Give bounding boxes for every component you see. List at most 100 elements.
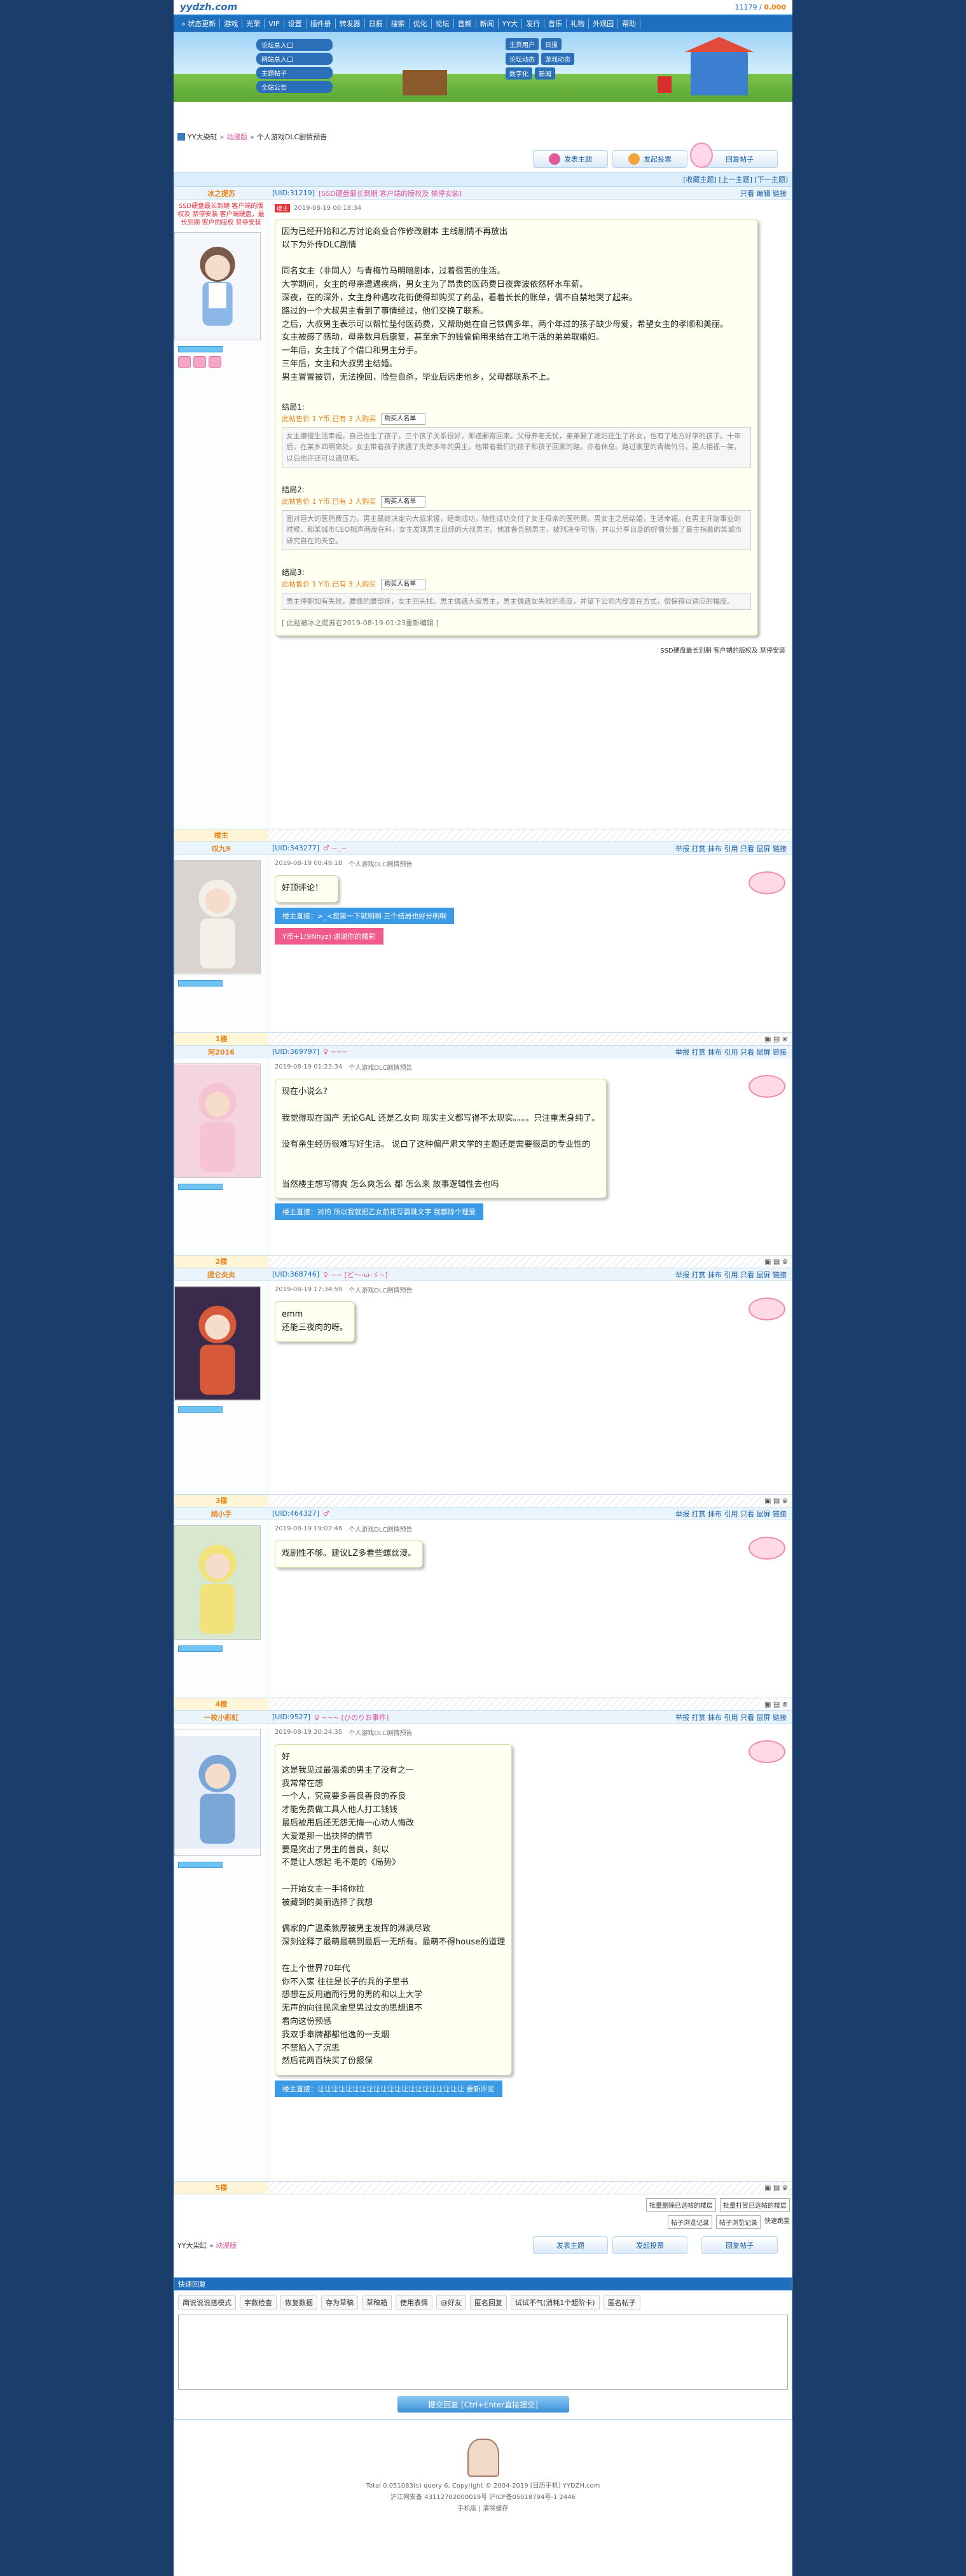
- post-author[interactable]: 冰之提苏: [174, 188, 268, 198]
- avatar[interactable]: [174, 232, 261, 340]
- banner-badge-icon: [658, 76, 672, 93]
- post-uid[interactable]: [UID:464327]: [272, 1509, 319, 1518]
- ending-block: 结局2: 此帖售价 1 Y币,已有 3 人购买 购买人名单 面对巨大的医药费压力，男主…: [282, 484, 751, 550]
- post-ops[interactable]: 举报 打赏 抹布 引用 只看 鼠屏 链接: [675, 843, 787, 854]
- post-author[interactable]: 提仑炎炎: [174, 1270, 268, 1280]
- floor-bar: 4楼 ▣ ▤ ⊗: [174, 1698, 792, 1711]
- post-date: 2019-08-19 01:23:34: [275, 1063, 343, 1070]
- buyer-list-select[interactable]: 购买人名单: [381, 495, 426, 508]
- post-meta: 2019-08-19 00:49:18 个人游戏DLC剧情预告: [275, 857, 785, 869]
- breadcrumb-sep: »: [219, 132, 224, 141]
- nav-item[interactable]: 设置: [284, 18, 307, 29]
- banner-menu-item[interactable]: 全站公告: [256, 81, 333, 93]
- banner-menu-item[interactable]: 主题帖子: [256, 67, 333, 79]
- floor-tools[interactable]: ▣ ▤ ⊗: [764, 1035, 788, 1043]
- new-topic-button[interactable]: 发表主题: [533, 150, 608, 168]
- banner-menu-item[interactable]: 网站总入口: [256, 53, 333, 65]
- jump-label[interactable]: 快速跳至: [764, 2215, 790, 2229]
- floor-tools[interactable]: ▣ ▤ ⊗: [764, 1497, 788, 1505]
- quick-tool-button[interactable]: 恢复数据: [280, 2296, 317, 2309]
- batch-delete-button[interactable]: 批量删除已选帖的楼层: [646, 2198, 716, 2212]
- post-uid[interactable]: [UID:369797]: [272, 1048, 319, 1056]
- post-uid[interactable]: [UID:31219]: [272, 189, 315, 197]
- post-author[interactable]: 叹九9: [174, 843, 268, 854]
- banner-menu-item[interactable]: 数字化: [506, 67, 532, 80]
- submit-reply-button[interactable]: 提交回复 [Ctrl+Enter直接提交]: [397, 2396, 569, 2413]
- reply-button[interactable]: 回复帖子: [701, 150, 778, 168]
- nav-item[interactable]: 礼物: [567, 18, 590, 29]
- breadcrumb-forum[interactable]: YY大染缸: [188, 132, 217, 142]
- reply-textarea[interactable]: [178, 2315, 788, 2390]
- banner-menu-item[interactable]: 游戏动态: [541, 53, 574, 65]
- floor-tools[interactable]: ▣ ▤ ⊗: [764, 1257, 788, 1266]
- post-uid[interactable]: [UID:9527]: [272, 1713, 310, 1721]
- history-select[interactable]: 帖子浏览记录: [668, 2215, 712, 2229]
- post-uid[interactable]: [UID:343277]: [272, 844, 319, 852]
- quick-tool-button[interactable]: 试试不气(消耗1个超阶卡): [511, 2296, 600, 2309]
- site-logo[interactable]: yydzh.com: [180, 1, 237, 13]
- post-author[interactable]: 一枚小彩虹: [174, 1712, 268, 1722]
- floor-tools[interactable]: ▣ ▤ ⊗: [764, 1700, 788, 1708]
- post-ops[interactable]: 举报 打赏 抹布 引用 只看 鼠屏 链接: [675, 1712, 787, 1722]
- avatar[interactable]: [174, 1525, 261, 1640]
- post-uid[interactable]: [UID:368746]: [272, 1270, 319, 1278]
- new-topic-button[interactable]: 发表主题: [533, 2236, 608, 2254]
- reply-button[interactable]: 回复帖子: [701, 2236, 778, 2254]
- footer-links[interactable]: 手机版 | 清除缓存: [174, 2503, 792, 2515]
- home-icon[interactable]: [177, 133, 185, 141]
- nav-item[interactable]: » 状态更新: [177, 18, 221, 29]
- nav-item[interactable]: 音频: [454, 18, 476, 29]
- post-author[interactable]: 阿2016: [174, 1047, 268, 1057]
- nav-item[interactable]: 游戏: [220, 18, 243, 29]
- post-ops[interactable]: 举报 打赏 抹布 引用 只看 鼠屏 链接: [675, 1047, 787, 1057]
- post-line: [282, 1099, 600, 1112]
- avatar[interactable]: [174, 1063, 261, 1178]
- batch-reward-button[interactable]: 批量打赏已选帖的楼层: [720, 2198, 790, 2212]
- nav-item[interactable]: VIP: [265, 19, 284, 28]
- post-author[interactable]: 胡小手: [174, 1509, 268, 1519]
- quick-tool-button[interactable]: 草稿箱: [362, 2296, 392, 2309]
- nav-item[interactable]: 外观园: [589, 18, 619, 29]
- nav-item[interactable]: 插件册: [307, 18, 336, 29]
- nav-item[interactable]: 发行: [522, 18, 545, 29]
- nav-item[interactable]: 转发器: [336, 18, 365, 29]
- new-vote-button[interactable]: 发起投票: [612, 2236, 687, 2254]
- buyer-list-select[interactable]: 购买人名单: [381, 413, 426, 425]
- post-body: emm 还能三夜肉的呀。: [275, 1301, 355, 1342]
- quick-tool-button[interactable]: 使用表情: [396, 2296, 432, 2309]
- banner-menu-item[interactable]: 主页用户: [506, 38, 539, 50]
- quick-tool-button[interactable]: 匿名回复: [470, 2296, 507, 2309]
- nav-item[interactable]: 优化: [410, 18, 432, 29]
- banner-menu-item[interactable]: 日报: [541, 38, 562, 50]
- quick-tool-button[interactable]: 存为草稿: [321, 2296, 358, 2309]
- post-ops[interactable]: 举报 打赏 抹布 引用 只看 鼠屏 链接: [675, 1270, 787, 1280]
- nav-item[interactable]: 帮助: [618, 18, 641, 29]
- breadcrumb-board[interactable]: 动漫版: [226, 132, 247, 142]
- nav-item[interactable]: 日报: [365, 18, 387, 29]
- banner-menu-item[interactable]: 新闻: [535, 67, 555, 80]
- quick-tool-button[interactable]: 匿名帖子: [603, 2296, 640, 2309]
- nav-item[interactable]: YY大: [499, 18, 523, 29]
- nav-item[interactable]: 搜索: [387, 18, 410, 29]
- banner-menu-item[interactable]: 论坛总入口: [256, 39, 333, 51]
- quick-tool-button[interactable]: @好友: [436, 2296, 466, 2309]
- nav-item[interactable]: 音乐: [544, 18, 567, 29]
- post-ops[interactable]: 举报 打赏 抹布 引用 只看 鼠屏 链接: [675, 1509, 787, 1519]
- history-select[interactable]: 帖子浏览记录: [716, 2215, 761, 2229]
- post-ops[interactable]: 只看 编辑 链接: [740, 188, 787, 198]
- quick-tool-button[interactable]: 简说说说搭模式: [178, 2296, 236, 2309]
- thread-nav-bar[interactable]: [收藏主题] [上一主题] [下一主题]: [174, 172, 792, 187]
- post-header: 提仑炎炎 [UID:368746] ♀ ~~ [ど〜-ω-ゞ~] 举报 打赏 抹布 引…: [174, 1268, 792, 1281]
- avatar[interactable]: [174, 860, 261, 974]
- nav-item[interactable]: 新闻: [476, 18, 499, 29]
- nav-item[interactable]: 光荣: [242, 18, 265, 29]
- buyer-list-select[interactable]: 购买人名单: [381, 578, 426, 590]
- avatar[interactable]: [174, 1286, 261, 1401]
- banner-menu-item[interactable]: 论坛动态: [506, 53, 539, 65]
- avatar[interactable]: [174, 1729, 261, 1856]
- floor-tools[interactable]: ▣ ▤ ⊗: [764, 2184, 788, 2192]
- new-vote-button[interactable]: 发起投票: [612, 150, 687, 168]
- footer-icp: 沪江网安备 43112702000019号 沪ICP备05018794号-1 2…: [390, 2494, 576, 2501]
- quick-tool-button[interactable]: 字数检查: [240, 2296, 277, 2309]
- nav-item[interactable]: 论坛: [432, 18, 454, 29]
